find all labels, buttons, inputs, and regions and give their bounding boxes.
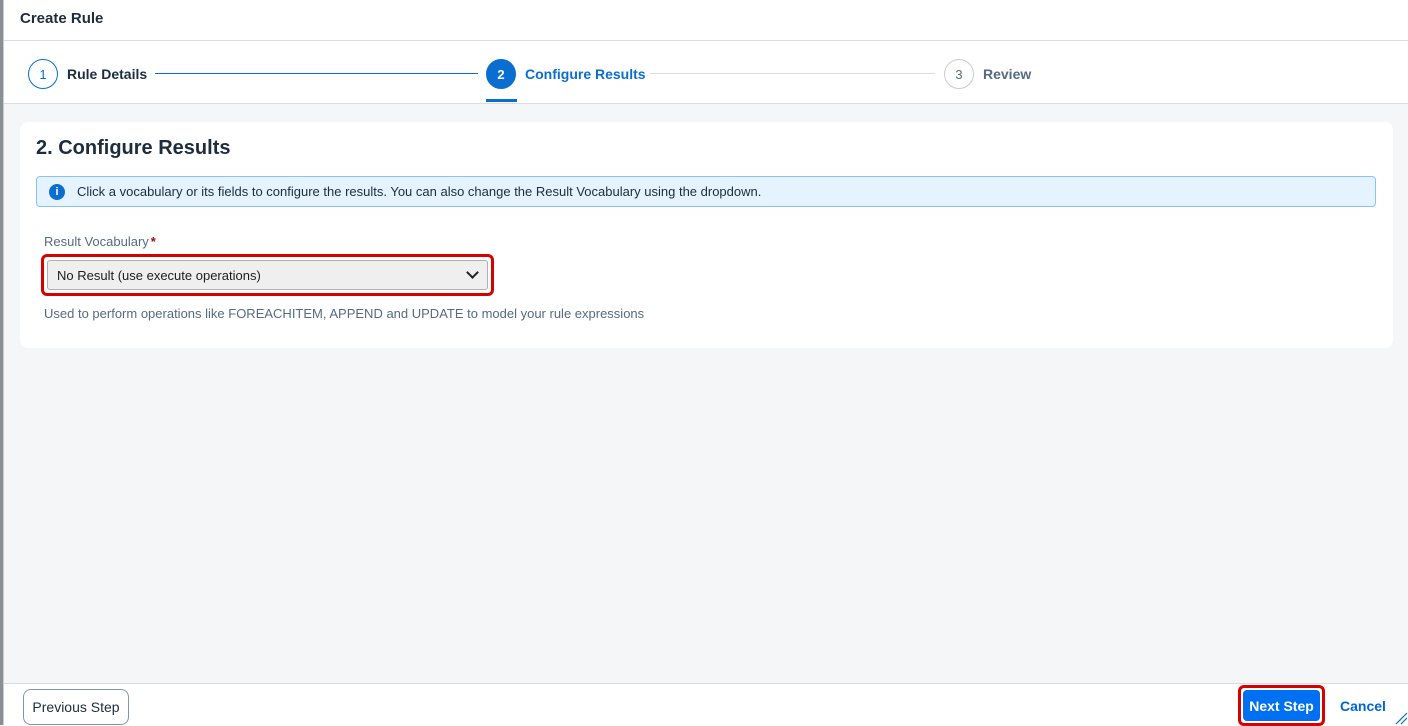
step-connector-2: [650, 73, 935, 74]
dialog-header: Create Rule: [4, 0, 1408, 41]
info-message-strip: i Click a vocabulary or its fields to co…: [36, 176, 1376, 207]
step-label-rule-details: Rule Details: [67, 66, 148, 82]
result-vocabulary-label: Result Vocabulary *: [44, 234, 156, 249]
wizard-progress-bar: 1 Rule Details 2 Configure Results 3 Rev…: [4, 41, 1408, 104]
result-vocabulary-label-text: Result Vocabulary: [44, 234, 149, 249]
wizard-step-rule-details[interactable]: 1 Rule Details: [28, 58, 147, 90]
wizard-step-review[interactable]: 3 Review: [944, 58, 1031, 90]
next-step-highlight-frame: Next Step: [1238, 685, 1325, 726]
info-message-text: Click a vocabulary or its fields to conf…: [77, 184, 762, 199]
step-label-review: Review: [983, 66, 1032, 82]
active-step-indicator: [486, 99, 517, 102]
result-vocabulary-select[interactable]: No Result (use execute operations): [47, 260, 488, 290]
result-vocabulary-selected-value: No Result (use execute operations): [57, 268, 261, 283]
configure-results-card: 2. Configure Results i Click a vocabular…: [20, 122, 1393, 348]
required-marker: *: [150, 234, 156, 249]
step-number-2: 2: [486, 59, 516, 89]
next-step-button[interactable]: Next Step: [1243, 690, 1320, 721]
dialog-footer: Previous Step Next Step Cancel: [4, 683, 1408, 726]
cancel-button[interactable]: Cancel: [1334, 689, 1390, 723]
result-vocabulary-hint: Used to perform operations like FOREACHI…: [44, 306, 645, 321]
create-rule-dialog: Create Rule 1 Rule Details 2 Configure R…: [3, 0, 1408, 726]
previous-step-button[interactable]: Previous Step: [23, 689, 129, 725]
wizard-step-configure-results[interactable]: 2 Configure Results: [486, 58, 646, 90]
step-connector-1: [155, 73, 478, 74]
section-title: 2. Configure Results: [36, 137, 231, 159]
step-number-3: 3: [944, 59, 974, 89]
step-number-1: 1: [28, 59, 58, 89]
resize-grip-icon[interactable]: [1394, 711, 1408, 725]
info-icon: i: [49, 184, 65, 200]
step-label-configure-results: Configure Results: [525, 66, 646, 82]
select-highlight-frame: No Result (use execute operations): [41, 254, 494, 296]
chevron-down-icon: [466, 266, 479, 279]
dialog-title: Create Rule: [20, 10, 104, 27]
